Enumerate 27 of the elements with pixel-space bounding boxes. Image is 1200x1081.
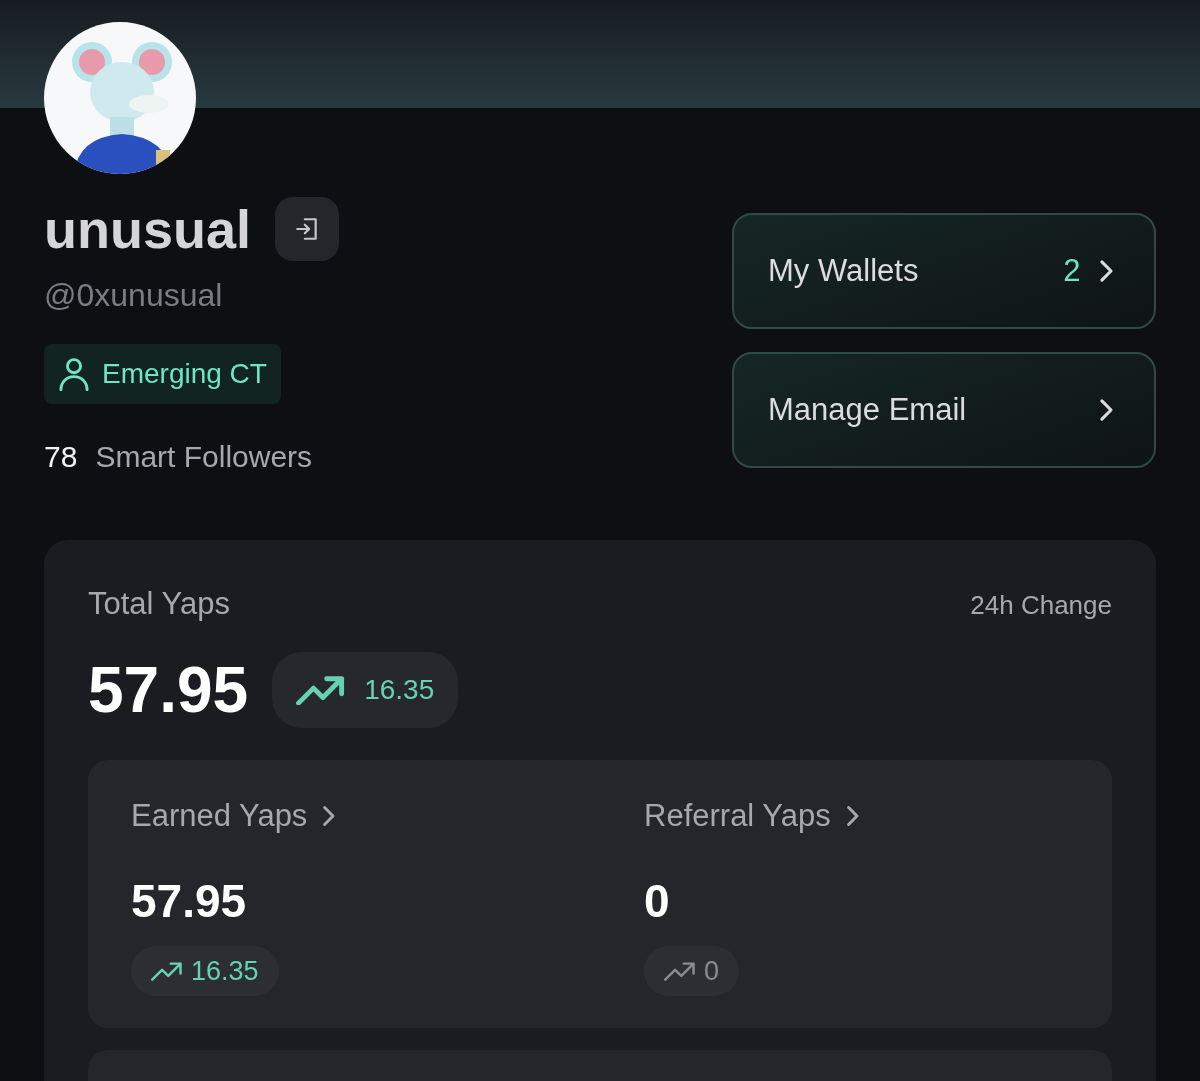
total-value: 57.95 bbox=[88, 653, 249, 727]
trend-up-icon bbox=[296, 675, 347, 705]
trend-up-icon bbox=[664, 961, 696, 981]
breakdown-value: 57.95 bbox=[131, 874, 247, 928]
chevron-icon bbox=[1098, 258, 1114, 284]
chevron-icon bbox=[844, 804, 860, 828]
chevron-icon bbox=[321, 804, 336, 828]
followers-count: 78 bbox=[44, 440, 78, 474]
followers-label: Smart Followers bbox=[95, 440, 313, 474]
breakdown-link[interactable]: Referral Yaps bbox=[644, 798, 860, 834]
change-pill: 16.35 bbox=[131, 946, 279, 996]
chevron-icon bbox=[1098, 397, 1114, 423]
breakdown-value: 0 bbox=[644, 874, 670, 928]
card-title: Total Yaps bbox=[88, 586, 230, 622]
trend-up-icon bbox=[151, 961, 183, 981]
logout-button[interactable] bbox=[275, 197, 339, 261]
breakdown-link[interactable]: Earned Yaps bbox=[131, 798, 336, 834]
logout-icon bbox=[294, 216, 320, 242]
change-pill: 0 bbox=[644, 946, 740, 996]
menu-button[interactable]: My Wallets 2 bbox=[732, 213, 1156, 329]
change-pill: 16.35 bbox=[272, 652, 459, 728]
menu-button[interactable]: Manage Email bbox=[732, 352, 1156, 468]
role-badge: Emerging CT bbox=[44, 344, 281, 404]
user-icon bbox=[58, 357, 90, 391]
change-label: 24h Change bbox=[970, 590, 1112, 621]
profile-handle: @0xunusual bbox=[44, 277, 224, 314]
profile-name: unusual bbox=[44, 198, 251, 261]
